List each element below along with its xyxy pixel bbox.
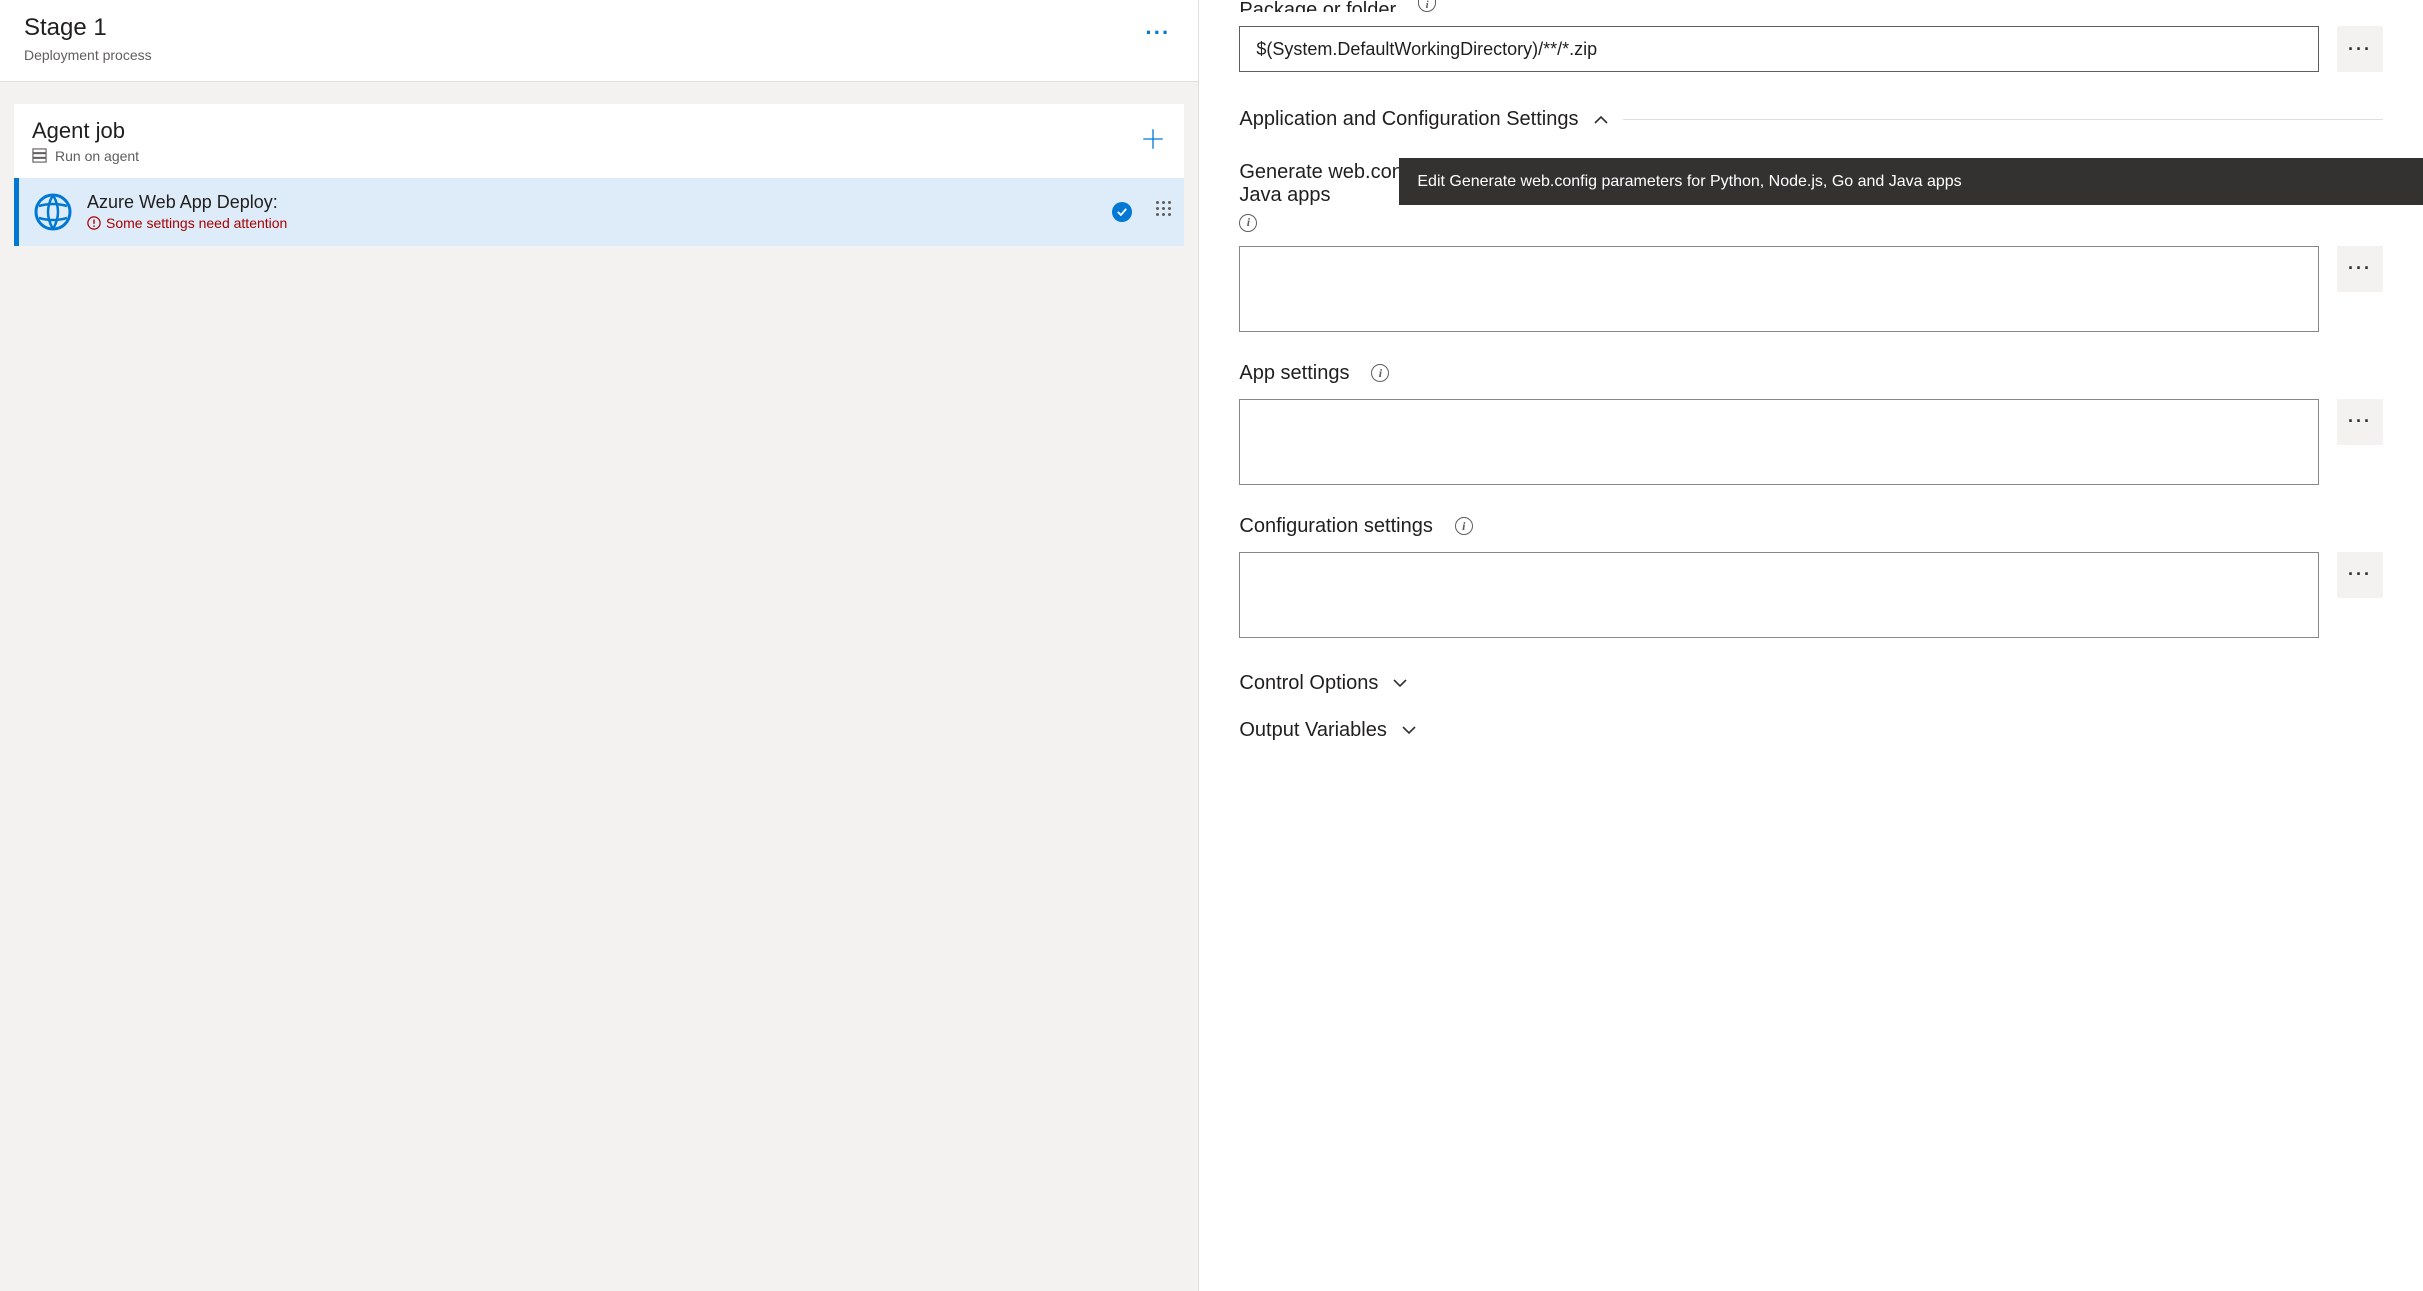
stage-title: Stage 1 xyxy=(24,14,152,43)
info-icon[interactable]: i xyxy=(1455,517,1473,535)
edit-app-settings-button[interactable]: ··· xyxy=(2337,399,2383,445)
check-icon xyxy=(1116,206,1128,218)
agent-job-title: Agent job xyxy=(32,118,139,144)
browse-package-button[interactable]: ··· xyxy=(2337,26,2383,72)
server-icon xyxy=(32,148,47,163)
info-icon[interactable]: i xyxy=(1371,364,1389,382)
section-divider xyxy=(1623,119,2384,120)
config-settings-input[interactable] xyxy=(1239,552,2319,638)
stage-header-text: Stage 1 Deployment process xyxy=(24,14,152,63)
package-folder-row: ··· xyxy=(1239,26,2383,72)
app-config-section-toggle[interactable]: Application and Configuration Settings xyxy=(1239,108,2383,131)
control-options-toggle[interactable]: Control Options xyxy=(1239,672,2383,695)
config-settings-label: Configuration settings xyxy=(1239,515,1432,538)
chevron-down-icon xyxy=(1392,675,1408,691)
config-settings-label-row: Configuration settings i xyxy=(1239,515,2383,538)
task-title: Azure Web App Deploy: xyxy=(87,192,1098,213)
agent-job-card[interactable]: Agent job Run on agent xyxy=(14,104,1184,178)
webconfig-input[interactable] xyxy=(1239,246,2319,332)
control-options-label: Control Options xyxy=(1239,672,1378,695)
chevron-down-icon xyxy=(1401,722,1417,738)
info-icon[interactable]: i xyxy=(1418,0,1436,12)
task-text-col: Azure Web App Deploy: Some settings need… xyxy=(87,192,1098,231)
task-card-azure-deploy[interactable]: Azure Web App Deploy: Some settings need… xyxy=(14,178,1184,246)
tooltip: Edit Generate web.config parameters for … xyxy=(1399,158,2423,205)
app-settings-label-row: App settings i xyxy=(1239,362,2383,385)
left-panel: Stage 1 Deployment process ··· Agent job… xyxy=(0,0,1199,1291)
app-root: Stage 1 Deployment process ··· Agent job… xyxy=(0,0,2423,1291)
app-settings-input[interactable] xyxy=(1239,399,2319,485)
task-enabled-badge[interactable] xyxy=(1112,202,1132,222)
info-icon[interactable]: i xyxy=(1239,214,1257,232)
stage-header: Stage 1 Deployment process ··· xyxy=(0,0,1198,82)
task-warning-row: Some settings need attention xyxy=(87,215,1098,231)
stage-subtitle: Deployment process xyxy=(24,47,152,63)
agent-job-subtitle-row: Run on agent xyxy=(32,148,139,164)
stage-more-button[interactable]: ··· xyxy=(1145,14,1174,46)
warning-icon xyxy=(87,216,101,230)
app-config-section-label: Application and Configuration Settings xyxy=(1239,108,1578,131)
app-settings-row: ··· xyxy=(1239,399,2383,485)
edit-webconfig-button[interactable]: ··· xyxy=(2337,246,2383,292)
right-panel: Package or folder i ··· Application and … xyxy=(1199,0,2423,1291)
drag-handle[interactable] xyxy=(1156,201,1170,223)
task-warning-text: Some settings need attention xyxy=(106,215,287,231)
chevron-up-icon xyxy=(1593,112,1609,128)
config-settings-row: ··· xyxy=(1239,552,2383,638)
agent-job-subtitle: Run on agent xyxy=(55,148,139,164)
webconfig-row: ··· xyxy=(1239,246,2383,332)
app-settings-label: App settings xyxy=(1239,362,1349,385)
edit-config-settings-button[interactable]: ··· xyxy=(2337,552,2383,598)
package-folder-input[interactable] xyxy=(1239,26,2319,72)
output-variables-label: Output Variables xyxy=(1239,719,1387,742)
output-variables-toggle[interactable]: Output Variables xyxy=(1239,719,2383,742)
package-folder-label-text: Package or folder xyxy=(1239,8,1396,12)
agent-job-text: Agent job Run on agent xyxy=(32,118,139,164)
add-task-button[interactable] xyxy=(1140,118,1166,155)
package-folder-label: Package or folder i xyxy=(1239,0,2383,12)
azure-web-app-icon xyxy=(33,192,73,232)
